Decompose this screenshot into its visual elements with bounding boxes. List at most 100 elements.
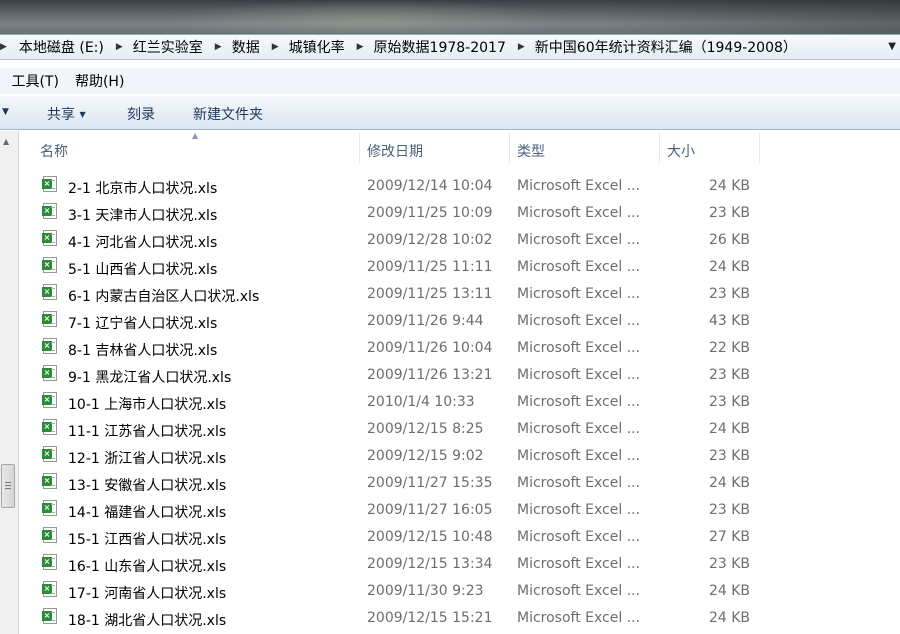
file-type: Microsoft Excel ...	[517, 259, 641, 275]
scrollbar-thumb[interactable]	[1, 464, 15, 508]
column-header-modified[interactable]: 修改日期	[367, 141, 423, 161]
file-modified-date: 2009/12/15 9:02	[367, 448, 484, 464]
file-row[interactable]: × 7-1 辽宁省人口状况.xls 2009/11/26 9:44 Microsoft…	[20, 308, 900, 335]
file-size: 23 KB	[708, 286, 750, 302]
file-name: 14-1 福建省人口状况.xls	[68, 505, 227, 521]
file-modified-date: 2009/11/30 9:23	[367, 583, 484, 599]
file-modified-date: 2009/11/25 10:09	[367, 205, 493, 221]
file-size: 23 KB	[708, 502, 750, 518]
file-modified-date: 2009/12/15 13:34	[367, 556, 493, 572]
breadcrumb-separator-icon[interactable]: ▶	[357, 42, 364, 52]
file-row[interactable]: × 15-1 江西省人口状况.xls 2009/12/15 10:48 Microso…	[20, 524, 900, 551]
file-size: 26 KB	[708, 232, 750, 248]
file-modified-date: 2009/12/28 10:02	[367, 232, 493, 248]
excel-file-icon: ×	[42, 608, 57, 624]
file-type: Microsoft Excel ...	[517, 421, 641, 437]
breadcrumb-item-data[interactable]: 数据	[230, 37, 262, 57]
excel-file-icon: ×	[42, 338, 57, 354]
breadcrumb-item-raw-data[interactable]: 原始数据1978-2017	[372, 37, 508, 57]
new-folder-button[interactable]: 新建文件夹	[193, 104, 263, 124]
breadcrumb-item-urbanization[interactable]: 城镇化率	[287, 37, 347, 57]
file-type: Microsoft Excel ...	[517, 448, 641, 464]
file-type: Microsoft Excel ...	[517, 529, 641, 545]
file-type: Microsoft Excel ...	[517, 367, 641, 383]
burn-button[interactable]: 刻录	[127, 104, 155, 124]
file-name: 18-1 湖北省人口状况.xls	[68, 613, 227, 629]
navigation-pane-scrollbar[interactable]: ▲	[0, 131, 19, 634]
share-button[interactable]: 共享 ▼	[47, 104, 86, 124]
file-row[interactable]: × 9-1 黑龙江省人口状况.xls 2009/11/26 13:21 Microso…	[20, 362, 900, 389]
file-row[interactable]: × 14-1 福建省人口状况.xls 2009/11/27 16:05 Microso…	[20, 497, 900, 524]
menu-bar: ) 工具(T) 帮助(H)	[0, 68, 900, 94]
column-divider[interactable]	[759, 133, 760, 163]
breadcrumb-item-lab[interactable]: 红兰实验室	[131, 37, 205, 57]
file-row[interactable]: × 18-1 湖北省人口状况.xls 2009/12/15 15:21 Microso…	[20, 605, 900, 632]
file-name: 6-1 内蒙古自治区人口状况.xls	[68, 289, 260, 305]
file-row[interactable]: × 2-1 北京市人口状况.xls 2009/12/14 10:04 Microsof…	[20, 173, 900, 200]
file-row[interactable]: × 10-1 上海市人口状况.xls 2010/1/4 10:33 Microsoft…	[20, 389, 900, 416]
column-header-type[interactable]: 类型	[517, 141, 545, 161]
file-row[interactable]: × 8-1 吉林省人口状况.xls 2009/11/26 10:04 Microsof…	[20, 335, 900, 362]
column-divider[interactable]	[659, 133, 660, 163]
column-header-name[interactable]: 名称	[40, 141, 68, 161]
file-row[interactable]: × 16-1 山东省人口状况.xls 2009/12/15 13:34 Microso…	[20, 551, 900, 578]
file-row[interactable]: × 5-1 山西省人口状况.xls 2009/11/25 11:11 Microsof…	[20, 254, 900, 281]
breadcrumb-separator-icon[interactable]: ▶	[518, 42, 525, 52]
file-name: 8-1 吉林省人口状况.xls	[68, 343, 218, 359]
breadcrumb-separator-icon[interactable]: ▶	[272, 42, 279, 52]
command-toolbar: ▼ 共享 ▼ 刻录 新建文件夹	[0, 96, 900, 130]
file-modified-date: 2009/12/15 15:21	[367, 610, 493, 626]
file-row[interactable]: × 3-1 天津市人口状况.xls 2009/11/25 10:09 Microsof…	[20, 200, 900, 227]
file-row[interactable]: × 12-1 浙江省人口状况.xls 2009/12/15 9:02 Microsof…	[20, 443, 900, 470]
excel-file-icon: ×	[42, 554, 57, 570]
file-name: 16-1 山东省人口状况.xls	[68, 559, 227, 575]
file-type: Microsoft Excel ...	[517, 232, 641, 248]
breadcrumb-item-drive[interactable]: 本地磁盘 (E:)	[17, 37, 106, 57]
file-row[interactable]: × 11-1 江苏省人口状况.xls 2009/12/15 8:25 Microsof…	[20, 416, 900, 443]
title-bar-glow	[160, 0, 580, 34]
file-type: Microsoft Excel ...	[517, 286, 641, 302]
file-size: 23 KB	[708, 205, 750, 221]
file-size: 22 KB	[708, 340, 750, 356]
file-size: 24 KB	[708, 610, 750, 626]
file-row[interactable]: × 13-1 安徽省人口状况.xls 2009/11/27 15:35 Microso…	[20, 470, 900, 497]
file-row[interactable]: × 17-1 河南省人口状况.xls 2009/11/30 9:23 Microsof…	[20, 578, 900, 605]
file-modified-date: 2009/12/15 10:48	[367, 529, 493, 545]
title-bar-shade	[600, 0, 900, 34]
file-size: 23 KB	[708, 394, 750, 410]
file-row[interactable]: × 4-1 河北省人口状况.xls 2009/12/28 10:02 Microsof…	[20, 227, 900, 254]
breadcrumb-separator-icon[interactable]: ▶	[0, 42, 7, 52]
address-bar[interactable]: ▶ 本地磁盘 (E:) ▶ 红兰实验室 ▶ 数据 ▶ 城镇化率 ▶ 原始数据19…	[0, 34, 900, 60]
file-name: 4-1 河北省人口状况.xls	[68, 235, 218, 251]
file-modified-date: 2009/12/14 10:04	[367, 178, 493, 194]
column-header-size[interactable]: 大小	[667, 141, 695, 161]
column-divider[interactable]	[509, 133, 510, 163]
breadcrumb-separator-icon[interactable]: ▶	[116, 42, 123, 52]
file-type: Microsoft Excel ...	[517, 394, 641, 410]
file-modified-date: 2010/1/4 10:33	[367, 394, 475, 410]
file-name: 13-1 安徽省人口状况.xls	[68, 478, 227, 494]
grip-line	[5, 485, 11, 486]
share-label: 共享	[47, 107, 75, 123]
file-name: 10-1 上海市人口状况.xls	[68, 397, 227, 413]
menu-tools[interactable]: 工具(T)	[11, 71, 58, 91]
file-name: 3-1 天津市人口状况.xls	[68, 208, 218, 224]
column-divider[interactable]	[359, 133, 360, 163]
file-type: Microsoft Excel ...	[517, 475, 641, 491]
menu-help[interactable]: 帮助(H)	[75, 71, 124, 91]
file-type: Microsoft Excel ...	[517, 205, 641, 221]
file-modified-date: 2009/12/15 8:25	[367, 421, 484, 437]
excel-file-icon: ×	[42, 284, 57, 300]
excel-file-icon: ×	[42, 527, 57, 543]
breadcrumb-separator-icon[interactable]: ▶	[215, 42, 222, 52]
file-row[interactable]: × 6-1 内蒙古自治区人口状况.xls 2009/11/25 13:11 Micro…	[20, 281, 900, 308]
toolbar-dropdown-icon[interactable]: ▼	[2, 107, 9, 117]
file-modified-date: 2009/11/25 11:11	[367, 259, 493, 275]
breadcrumb-item-current[interactable]: 新中国60年统计资料汇编（1949-2008）	[533, 37, 799, 57]
file-type: Microsoft Excel ...	[517, 556, 641, 572]
address-dropdown-icon[interactable]: ▼	[888, 41, 896, 52]
scroll-up-arrow-icon[interactable]: ▲	[3, 137, 9, 146]
file-name: 12-1 浙江省人口状况.xls	[68, 451, 227, 467]
breadcrumb: ▶ 本地磁盘 (E:) ▶ 红兰实验室 ▶ 数据 ▶ 城镇化率 ▶ 原始数据19…	[0, 35, 799, 59]
file-name: 5-1 山西省人口状况.xls	[68, 262, 218, 278]
